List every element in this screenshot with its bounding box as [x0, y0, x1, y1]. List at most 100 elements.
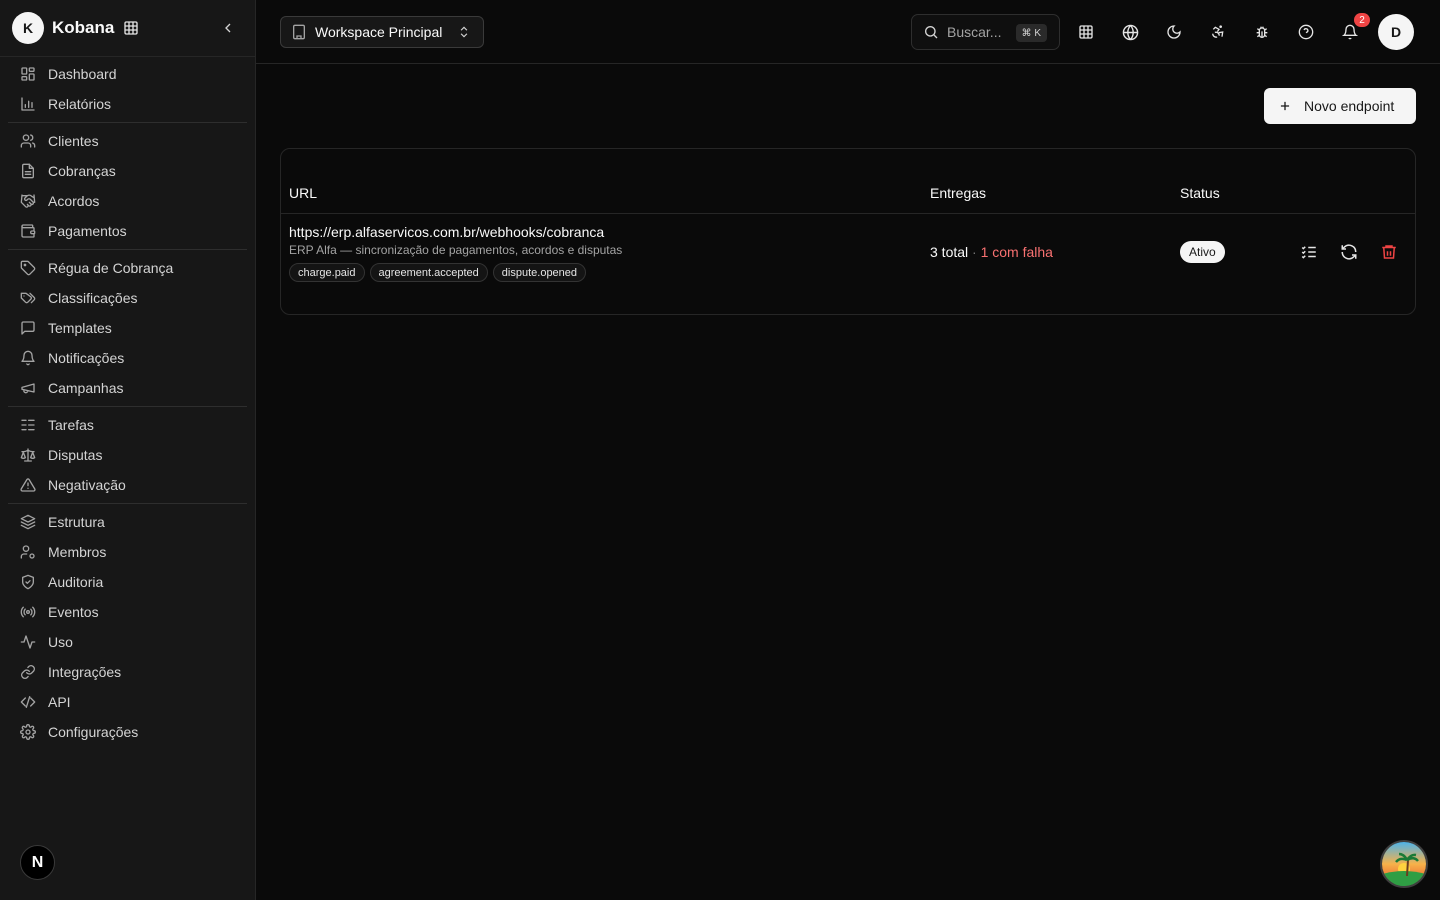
nav-group: Tarefas Disputas Negativação [8, 410, 247, 500]
new-endpoint-button[interactable]: Novo endpoint [1264, 88, 1416, 124]
webhooks-table: URL Entregas Status https://erp.alfaserv… [280, 148, 1416, 315]
endpoint-url[interactable]: https://erp.alfaservicos.com.br/webhooks… [289, 224, 604, 240]
handshake-icon [20, 193, 36, 209]
building-icon [123, 20, 139, 36]
retry-button[interactable] [1340, 243, 1358, 261]
building-icon [291, 24, 307, 40]
sidebar-item-api[interactable]: API [8, 687, 247, 717]
sidebar-item-pagamentos[interactable]: Pagamentos [8, 216, 247, 246]
search-shortcut: ⌘ K [1015, 24, 1047, 42]
table-view-button[interactable] [1074, 20, 1098, 44]
deliveries-failed[interactable]: 1 com falha [981, 244, 1053, 260]
event-tag: agreement.accepted [369, 263, 488, 282]
theme-toggle-button[interactable] [1162, 20, 1186, 44]
bell-icon [1342, 24, 1358, 40]
chevrons-up-down-icon [457, 25, 471, 39]
sidebar-item-disputas[interactable]: Disputas [8, 440, 247, 470]
sidebar-item-configuracoes[interactable]: Configurações [8, 717, 247, 747]
collapse-sidebar-button[interactable] [218, 18, 238, 38]
sidebar-item-label: Pagamentos [48, 223, 127, 239]
debug-button[interactable] [1250, 20, 1274, 44]
brand-name: Kobana [52, 18, 115, 37]
event-tags: charge.paid agreement.accepted dispute.o… [289, 263, 587, 282]
notification-count-badge: 2 [1354, 13, 1370, 27]
table-header-divider [281, 213, 1415, 214]
sidebar-item-dashboard[interactable]: Dashboard [8, 59, 247, 89]
nav-group: Régua de Cobrança Classificações Templates… [8, 253, 247, 403]
tropical-logo-icon[interactable] [1380, 840, 1428, 888]
nav-group: Estrutura Membros Auditoria Eventos Uso Integ… [8, 507, 247, 747]
workspace-select[interactable]: Workspace Principal [280, 16, 484, 48]
brand-avatar: K [12, 12, 44, 44]
shield-check-icon [20, 574, 36, 590]
sidebar-item-eventos[interactable]: Eventos [8, 597, 247, 627]
message-icon [20, 320, 36, 336]
dev-badge[interactable]: N [20, 845, 55, 880]
sidebar-item-label: Régua de Cobrança [48, 260, 174, 276]
code-icon [20, 694, 36, 710]
sidebar-item-label: Classificações [48, 290, 138, 306]
dev-badge-label: N [31, 853, 44, 871]
sidebar-item-label: Clientes [48, 133, 99, 149]
sidebar-item-tarefas[interactable]: Tarefas [8, 410, 247, 440]
sidebar-item-label: Integrações [48, 664, 122, 680]
sidebar-item-label: Campanhas [48, 380, 124, 396]
sidebar-item-relatorios[interactable]: Relatórios [8, 89, 247, 119]
bell-icon [20, 350, 36, 366]
link-icon [20, 664, 36, 680]
search-input[interactable]: Buscar... ⌘ K [911, 14, 1060, 50]
column-header-deliveries: Entregas [930, 185, 987, 201]
brand[interactable]: K Kobana [12, 12, 244, 44]
sidebar-divider [8, 406, 247, 407]
dashboard-icon [20, 66, 36, 82]
sidebar-item-label: API [48, 694, 71, 710]
task-list-icon [20, 417, 36, 433]
new-endpoint-label: Novo endpoint [1304, 98, 1395, 114]
nav-group: Clientes Cobranças Acordos Pagamentos [8, 126, 247, 246]
activity-icon [20, 634, 36, 650]
user-avatar[interactable]: D [1378, 14, 1414, 50]
sidebar-item-cobrancas[interactable]: Cobranças [8, 156, 247, 186]
sidebar-divider [8, 503, 247, 504]
language-button[interactable] [1118, 20, 1142, 44]
sidebar-item-classificacoes[interactable]: Classificações [8, 283, 247, 313]
sidebar-item-campanhas[interactable]: Campanhas [8, 373, 247, 403]
sidebar-item-regua-de-cobranca[interactable]: Régua de Cobrança [8, 253, 247, 283]
help-button[interactable] [1294, 20, 1318, 44]
sidebar-item-estrutura[interactable]: Estrutura [8, 507, 247, 537]
sidebar-item-notificacoes[interactable]: Notificações [8, 343, 247, 373]
refresh-icon [1341, 244, 1357, 260]
moon-icon [1167, 25, 1181, 39]
sidebar-item-label: Notificações [48, 350, 125, 366]
view-deliveries-button[interactable] [1300, 243, 1318, 261]
ruler-icon [20, 260, 36, 276]
delete-endpoint-button[interactable] [1380, 243, 1398, 261]
sidebar-item-uso[interactable]: Uso [8, 627, 247, 657]
sidebar-item-label: Acordos [48, 193, 100, 209]
gear-icon [20, 724, 36, 740]
chevron-left-icon [225, 23, 231, 33]
sidebar-divider [8, 249, 247, 250]
sidebar-item-clientes[interactable]: Clientes [8, 126, 247, 156]
deliveries-summary: 3 total · 1 com falha [930, 244, 1053, 260]
list-checks-icon [1301, 246, 1316, 259]
sidebar-item-membros[interactable]: Membros [8, 537, 247, 567]
sidebar-item-label: Uso [48, 634, 73, 650]
endpoint-description: ERP Alfa — sincronização de pagamentos, … [289, 243, 623, 257]
sidebar-item-acordos[interactable]: Acordos [8, 186, 247, 216]
sidebar-item-templates[interactable]: Templates [8, 313, 247, 343]
accessibility-button[interactable] [1206, 20, 1230, 44]
column-header-status: Status [1180, 185, 1220, 201]
workspace-name: Workspace Principal [315, 24, 443, 40]
radio-icon [20, 604, 36, 620]
wallet-icon [20, 223, 36, 239]
sidebar-item-auditoria[interactable]: Auditoria [8, 567, 247, 597]
sidebar-item-integracoes[interactable]: Integrações [8, 657, 247, 687]
column-header-url: URL [289, 185, 318, 201]
bar-chart-icon [20, 96, 36, 112]
sidebar-divider [0, 56, 255, 57]
sidebar-item-label: Estrutura [48, 514, 105, 530]
sidebar-item-label: Disputas [48, 447, 103, 463]
sidebar-item-negativacao[interactable]: Negativação [8, 470, 247, 500]
sidebar-item-label: Relatórios [48, 96, 112, 112]
